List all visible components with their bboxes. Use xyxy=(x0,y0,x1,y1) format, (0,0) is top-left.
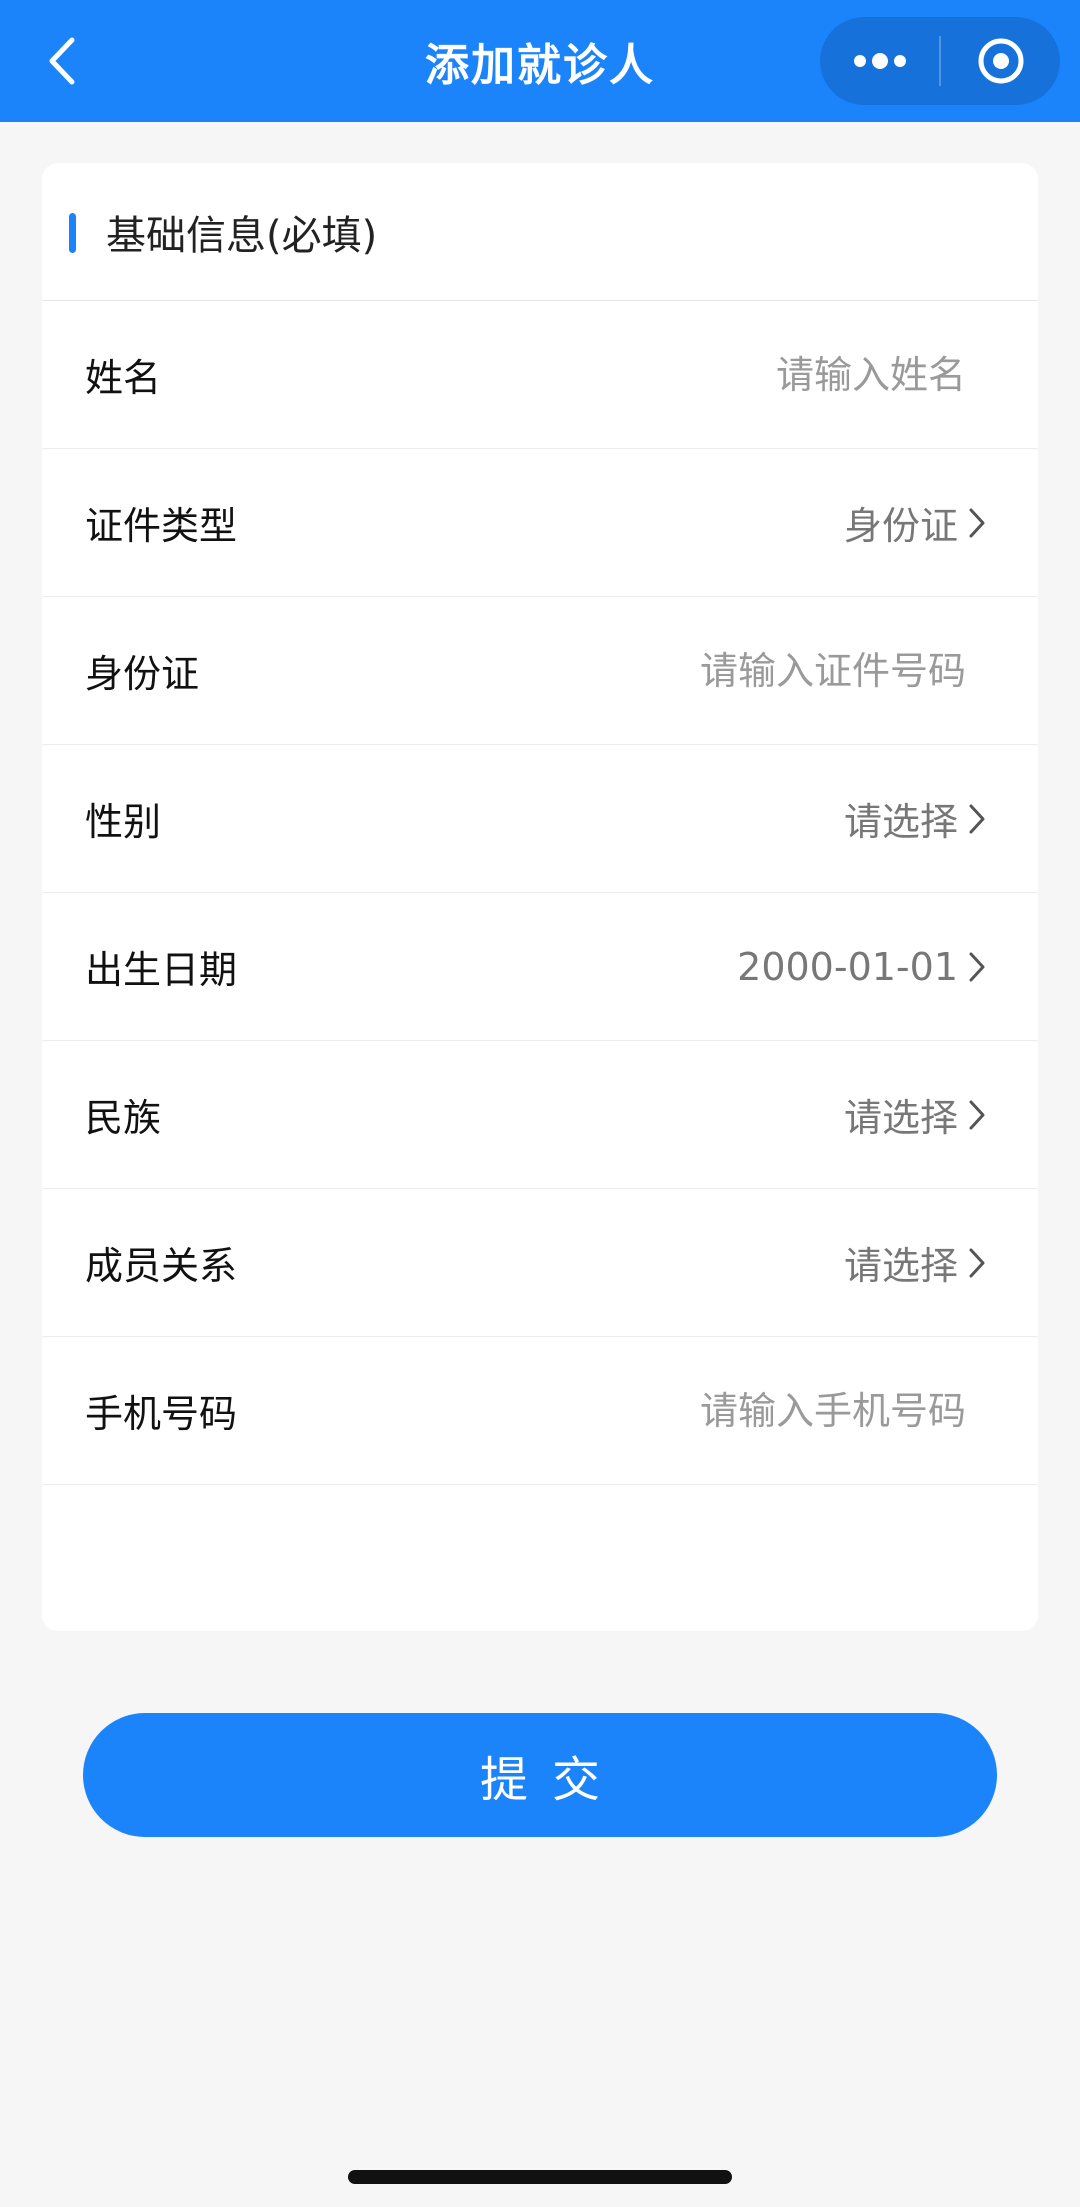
row-label: 出生日期 xyxy=(85,948,238,992)
section-title: 基础信息(必填) xyxy=(106,213,378,259)
form-row-ethnicity[interactable]: 民族 请选择 xyxy=(42,1041,1038,1189)
chevron-right-icon xyxy=(968,1247,986,1279)
row-label: 性别 xyxy=(85,800,162,844)
form-row-name: 姓名 xyxy=(42,301,1038,449)
chevron-right-icon xyxy=(968,507,986,539)
submit-button[interactable]: 提交 xyxy=(83,1713,997,1837)
id-type-value: 身份证 xyxy=(843,504,958,548)
more-button[interactable] xyxy=(820,17,939,105)
row-label: 手机号码 xyxy=(85,1392,238,1436)
row-label: 民族 xyxy=(85,1096,162,1140)
chevron-right-icon xyxy=(968,951,986,983)
form-row-id-type[interactable]: 证件类型 身份证 xyxy=(42,449,1038,597)
more-dots-icon xyxy=(853,53,906,69)
form-row-relationship[interactable]: 成员关系 请选择 xyxy=(42,1189,1038,1337)
ethnicity-value: 请选择 xyxy=(843,1096,958,1140)
add-patient-page: 添加就诊人 基础信息(必填) 姓名 请输入姓名 证件类型 身份证 身份证 请输入… xyxy=(0,0,1080,2207)
section-accent-bar xyxy=(69,213,76,253)
nav-bar: 添加就诊人 xyxy=(0,0,1080,122)
close-miniprogram-button[interactable] xyxy=(941,17,1060,105)
form-row-id-number: 身份证 xyxy=(42,597,1038,745)
row-select[interactable]: 2000-01-01 xyxy=(737,945,986,989)
row-select[interactable]: 请选择 xyxy=(844,791,986,846)
form-card: 基础信息(必填) 姓名 证件类型 身份证 身份证 性别 请选择 xyxy=(42,163,1038,1631)
relationship-value: 请选择 xyxy=(843,1244,958,1288)
name-input[interactable] xyxy=(546,352,966,397)
form-row-gender[interactable]: 性别 请选择 xyxy=(42,745,1038,893)
gender-value: 请选择 xyxy=(843,800,958,844)
mini-program-capsule xyxy=(820,17,1060,105)
row-label: 证件类型 xyxy=(85,504,238,548)
row-label: 姓名 xyxy=(85,356,162,400)
row-select[interactable]: 请选择 xyxy=(844,1235,986,1290)
row-select[interactable]: 身份证 xyxy=(844,495,986,550)
birthdate-value: 2000-01-01 xyxy=(737,944,958,989)
row-label: 身份证 xyxy=(85,652,200,696)
form-row-birthdate[interactable]: 出生日期 2000-01-01 xyxy=(42,893,1038,1041)
home-indicator xyxy=(348,2170,732,2184)
target-circle-icon xyxy=(978,38,1023,84)
chevron-right-icon xyxy=(968,803,986,835)
chevron-right-icon xyxy=(968,1099,986,1131)
row-label: 成员关系 xyxy=(85,1244,238,1288)
section-header: 基础信息(必填) xyxy=(42,163,1038,301)
id-number-input[interactable] xyxy=(546,648,966,693)
row-select[interactable]: 请选择 xyxy=(844,1087,986,1142)
phone-input[interactable] xyxy=(546,1388,966,1433)
form-row-phone: 手机号码 xyxy=(42,1337,1038,1485)
